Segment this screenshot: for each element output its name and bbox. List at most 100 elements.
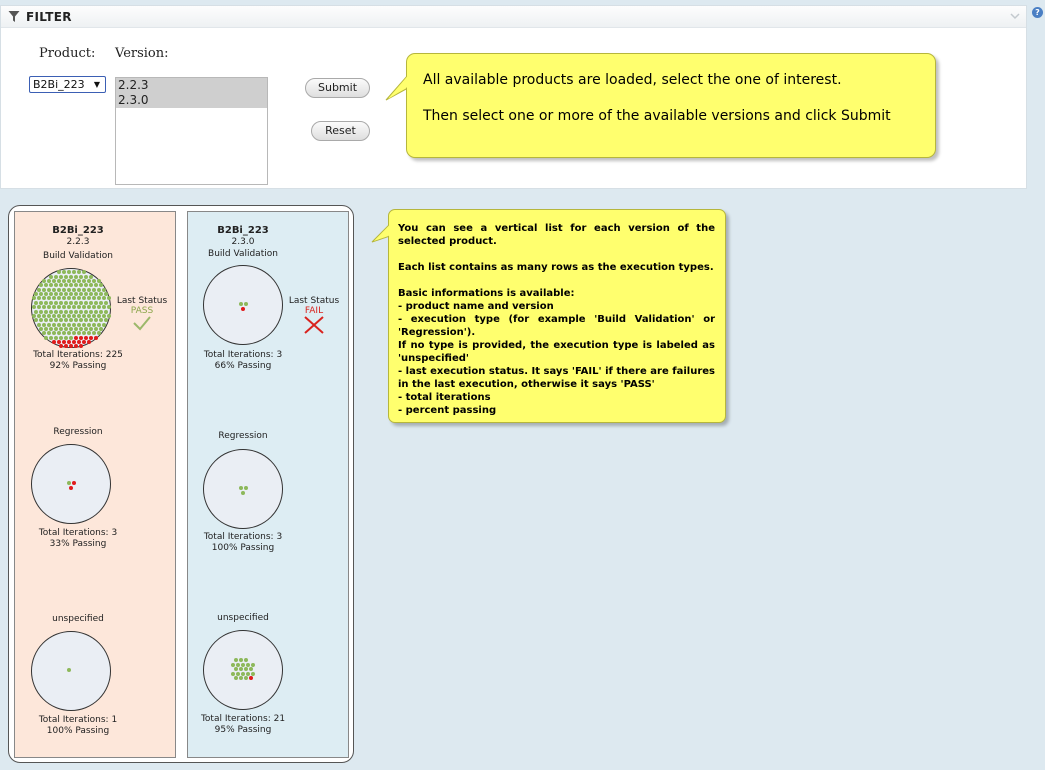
pass-dot — [89, 309, 93, 314]
pass-dot — [64, 274, 68, 279]
pass-dot — [66, 305, 71, 310]
pass-dot — [94, 309, 98, 314]
fail-dot — [241, 306, 245, 311]
pass-dot — [34, 318, 38, 323]
last-status: Last Status PASS — [115, 296, 169, 331]
pass-dot — [84, 318, 88, 323]
pass-dot — [81, 305, 86, 310]
last-status-label: Last Status — [116, 296, 168, 306]
pass-dot — [56, 322, 61, 327]
pass-dot — [66, 331, 71, 336]
pass-dot — [74, 309, 78, 314]
execution-type: unspecified — [217, 613, 269, 623]
pass-dot — [69, 335, 73, 340]
submit-button[interactable]: Submit — [305, 78, 370, 98]
execution-type: Regression — [218, 431, 268, 441]
pass-dot — [61, 270, 66, 275]
pass-dot — [39, 318, 43, 323]
filter-header[interactable]: FILTER — [1, 6, 1026, 28]
total-iterations: Total Iterations: 3 — [203, 350, 283, 360]
fail-dot — [71, 481, 76, 486]
pass-dot — [69, 283, 73, 288]
chevron-down-icon[interactable] — [1008, 9, 1022, 23]
pass-dot — [61, 296, 66, 301]
last-status: Last Status FAIL — [287, 296, 341, 335]
pass-dot — [54, 283, 58, 288]
pass-dot — [51, 296, 56, 301]
pass-dot — [54, 318, 58, 323]
funnel-icon — [8, 11, 20, 22]
pass-dot — [31, 296, 36, 301]
pass-dot — [86, 296, 91, 301]
pass-dot — [49, 335, 53, 340]
iteration-bubble[interactable] — [31, 631, 111, 711]
iteration-bubble[interactable] — [203, 449, 283, 529]
execution-type: unspecified — [52, 614, 104, 624]
pass-dot — [86, 322, 91, 327]
results-container: B2Bi_223 2.2.3 Build Validation Last Sta… — [8, 205, 354, 763]
version-number: 2.2.3 — [66, 237, 90, 247]
product-name: B2Bi_223 — [52, 225, 104, 236]
pass-dot — [243, 667, 248, 672]
pass-dot — [243, 302, 248, 307]
fail-dot — [79, 335, 83, 340]
iteration-bubble[interactable] — [203, 630, 283, 710]
pass-dot — [91, 305, 96, 310]
iteration-bubble[interactable] — [31, 444, 111, 524]
version-option[interactable]: 2.3.0 — [116, 93, 267, 108]
version-option[interactable]: 2.2.3 — [116, 78, 267, 93]
pass-dot — [74, 318, 78, 323]
pass-dot — [84, 274, 88, 279]
pass-dot — [241, 671, 245, 676]
pass-dot — [96, 322, 101, 327]
pass-dot — [76, 270, 81, 275]
total-iterations: Total Iterations: 3 — [203, 532, 283, 542]
pass-dot — [243, 675, 248, 680]
pass-dot — [51, 331, 56, 336]
pass-dot — [243, 658, 248, 663]
iteration-bubble[interactable] — [203, 265, 283, 345]
pass-dot — [64, 309, 68, 314]
pass-dot — [41, 296, 46, 301]
pass-dot — [86, 331, 91, 336]
pass-dot — [96, 296, 101, 301]
pass-dot — [61, 331, 66, 336]
iteration-bubble[interactable] — [31, 268, 111, 349]
percent-passing: 92% Passing — [49, 361, 107, 371]
pass-dot — [79, 283, 83, 288]
pass-dot — [36, 305, 41, 310]
last-status-value: PASS — [130, 306, 154, 316]
pass-dot — [59, 274, 63, 279]
pass-dot — [91, 331, 96, 336]
version-column: B2Bi_223 2.2.3 Build Validation Last Sta… — [14, 211, 176, 758]
help-icon[interactable]: ? — [1032, 7, 1043, 18]
product-select[interactable]: B2Bi_223 ▼ — [29, 76, 106, 93]
pass-dot — [66, 322, 71, 327]
version-listbox[interactable]: 2.2.3 2.3.0 — [115, 77, 268, 185]
pass-dot — [243, 486, 248, 491]
pass-dot — [44, 283, 48, 288]
pass-dot — [104, 318, 108, 323]
version-column: B2Bi_223 2.3.0 Build Validation Last Sta… — [187, 211, 349, 758]
pass-dot — [106, 305, 111, 310]
version-number: 2.3.0 — [231, 237, 255, 247]
pass-dot — [74, 274, 78, 279]
results-help-callout: You can see a vertical list for each ver… — [388, 209, 726, 423]
pass-dot — [66, 668, 71, 673]
pass-dot — [96, 305, 101, 310]
pass-dot — [39, 283, 43, 288]
pass-dot — [94, 283, 98, 288]
reset-button[interactable]: Reset — [311, 121, 370, 141]
pass-dot — [96, 331, 101, 336]
execution-type: Regression — [53, 427, 103, 437]
pass-dot — [69, 274, 73, 279]
pass-dot — [54, 274, 58, 279]
cross-icon — [304, 316, 324, 334]
pass-dot — [36, 296, 41, 301]
product-select-value: B2Bi_223 — [33, 78, 85, 91]
pass-dot — [49, 309, 53, 314]
percent-passing: 33% Passing — [49, 539, 107, 549]
pass-dot — [49, 283, 53, 288]
pass-dot — [56, 305, 61, 310]
pass-dot — [71, 296, 76, 301]
